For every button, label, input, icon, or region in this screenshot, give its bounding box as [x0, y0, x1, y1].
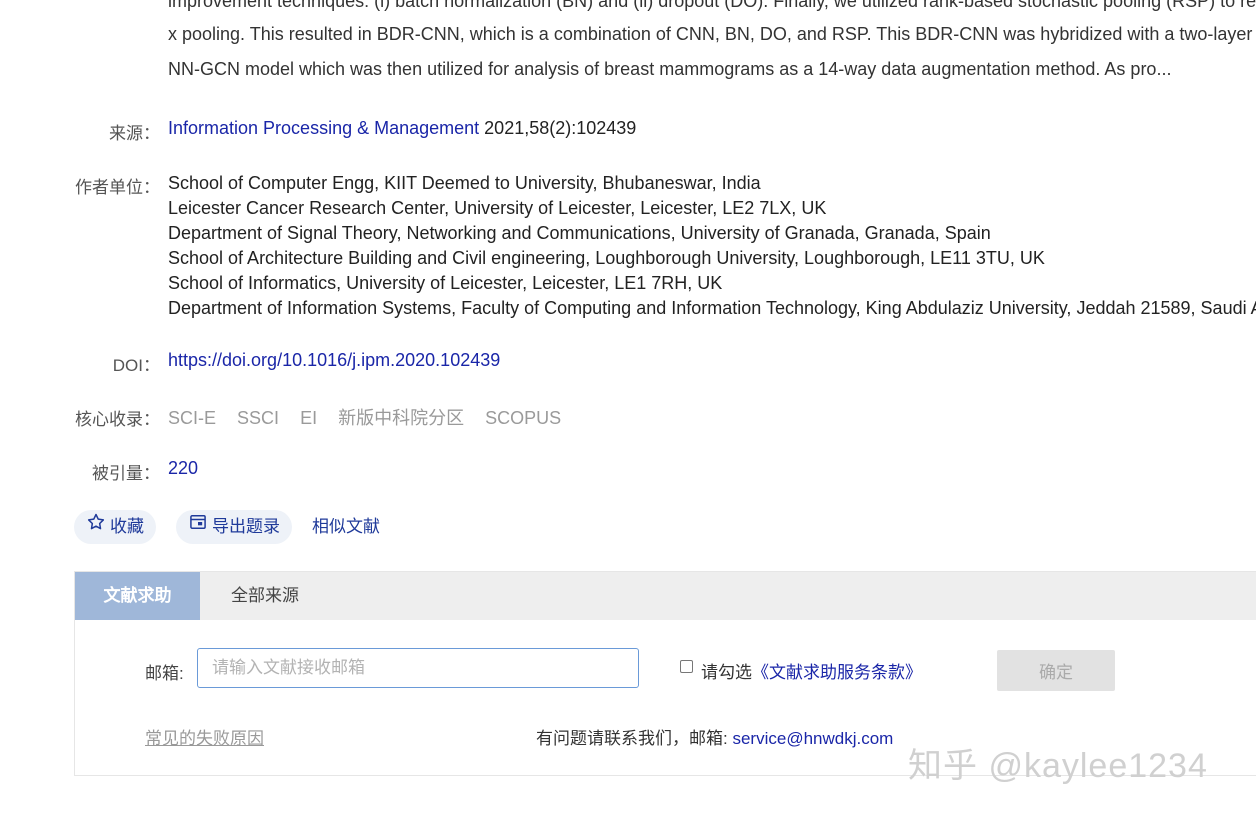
favorite-label: 收藏	[110, 517, 144, 536]
affiliation-item: Department of Signal Theory, Networking …	[168, 223, 991, 243]
doi-value: https://doi.org/10.1016/j.ipm.2020.10243…	[168, 350, 500, 371]
citations-value: 220	[168, 458, 198, 479]
confirm-button[interactable]: 确定	[997, 650, 1115, 691]
email-input[interactable]	[197, 648, 639, 688]
core-index-label: 核心收录：	[75, 410, 160, 429]
source-citation: 2021,58(2):102439	[479, 118, 637, 138]
doi-link[interactable]: https://doi.org/10.1016/j.ipm.2020.10243…	[168, 350, 500, 370]
contact-text: 有问题请联系我们，邮箱:	[536, 729, 728, 748]
abstract-line-1: improvement techniques: (i) batch normal…	[168, 0, 1256, 11]
affiliation-item: School of Informatics, University of Lei…	[168, 273, 723, 293]
export-citation-button[interactable]: 导出题录	[176, 510, 292, 544]
abstract-line-3: NN-GCN model which was then utilized for…	[168, 59, 1172, 79]
core-index-item: SSCI	[237, 408, 280, 428]
terms-row: 请勾选《文献求助服务条款》	[701, 658, 922, 683]
terms-prefix: 请勾选	[701, 663, 752, 682]
export-icon	[188, 510, 208, 544]
favorite-button[interactable]: 收藏	[74, 510, 156, 544]
contact-row: 有问题请联系我们，邮箱: service@hnwdkj.com	[536, 724, 893, 749]
star-icon	[86, 510, 106, 544]
affiliation-item: School of Computer Engg, KIIT Deemed to …	[168, 173, 761, 193]
panel-tab-bar: 文献求助 全部来源	[75, 572, 1256, 620]
watermark: 知乎 @kaylee1234	[908, 747, 1208, 785]
similar-literature-link[interactable]: 相似文献	[312, 510, 380, 544]
email-label: 邮箱:	[145, 664, 184, 683]
core-index-item: SCOPUS	[485, 408, 562, 428]
citations-label: 被引量：	[92, 464, 160, 483]
tab-document-request[interactable]: 文献求助	[75, 572, 200, 620]
abstract-line-2: x pooling. This resulted in BDR-CNN, whi…	[168, 24, 1253, 44]
affiliations-label: 作者单位：	[75, 178, 160, 197]
core-index-item: SCI-E	[168, 408, 217, 428]
core-index-item: 新版中科院分区	[338, 408, 465, 428]
journal-link[interactable]: Information Processing & Management	[168, 118, 479, 138]
core-index-item: EI	[300, 408, 318, 428]
failure-reasons-link[interactable]: 常见的失败原因	[145, 724, 264, 749]
source-label: 来源：	[109, 124, 160, 143]
terms-link[interactable]: 《文献求助服务条款》	[752, 663, 922, 682]
affiliation-item: Department of Information Systems, Facul…	[168, 298, 1256, 318]
affiliation-item: Leicester Cancer Research Center, Univer…	[168, 198, 827, 218]
contact-email-link[interactable]: service@hnwdkj.com	[732, 729, 893, 748]
export-label: 导出题录	[212, 517, 280, 536]
tab-all-sources[interactable]: 全部来源	[200, 572, 330, 620]
affiliation-item: School of Architecture Building and Civi…	[168, 248, 1045, 268]
terms-checkbox[interactable]	[680, 660, 693, 673]
doi-label: DOI：	[112, 356, 160, 375]
affiliations-list: School of Computer Engg, KIIT Deemed to …	[168, 171, 1256, 321]
citations-link[interactable]: 220	[168, 458, 198, 478]
core-index-list: SCI-E SSCI EI 新版中科院分区 SCOPUS	[168, 404, 577, 430]
source-value: Information Processing & Management 2021…	[168, 118, 636, 139]
